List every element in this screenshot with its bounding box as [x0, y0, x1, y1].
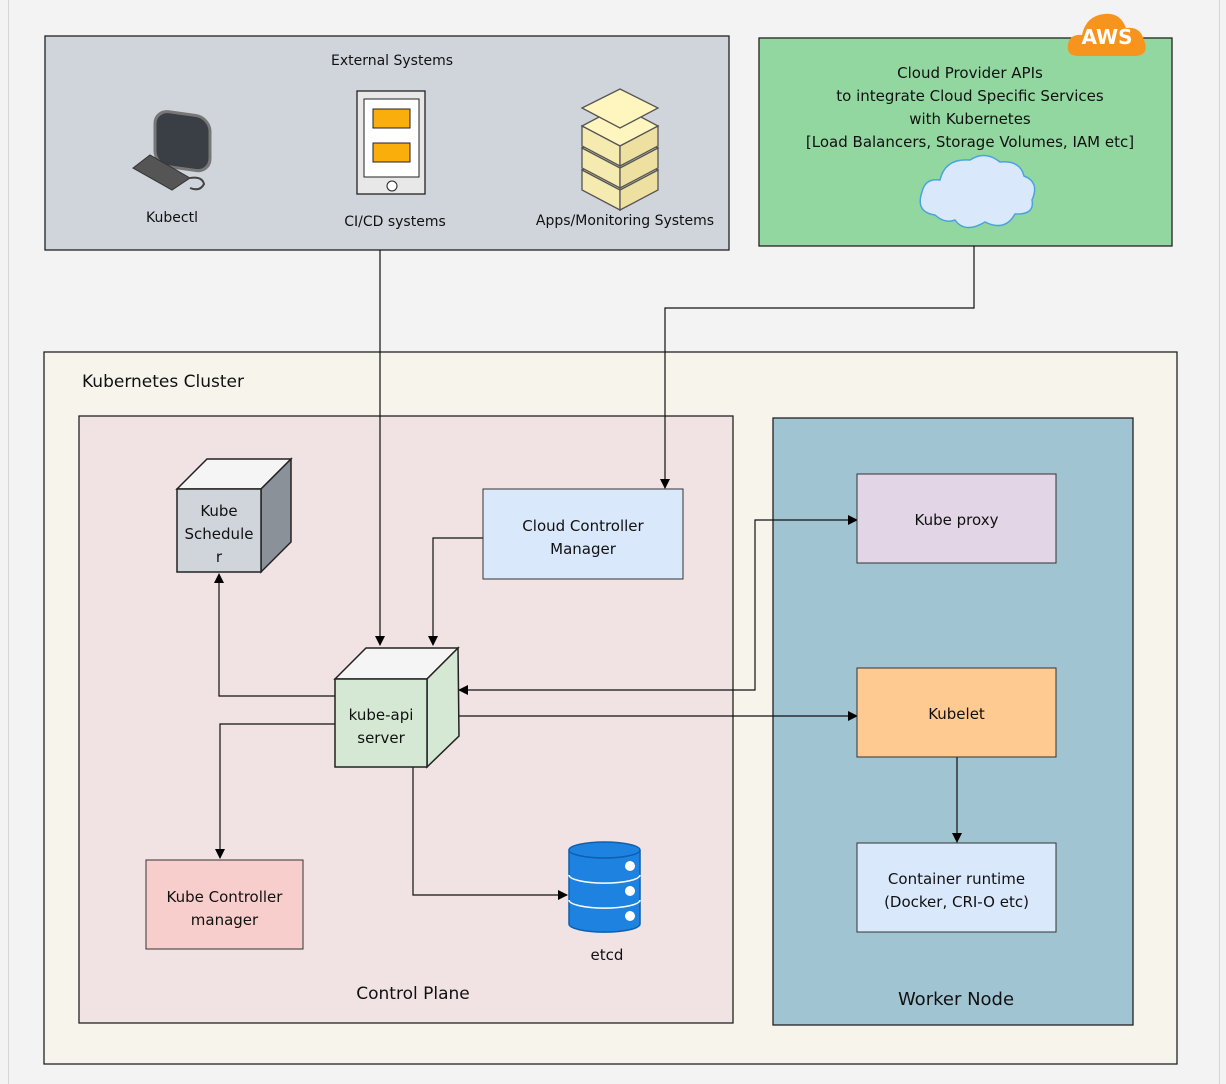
worker-node-title: Worker Node [897, 989, 1015, 1010]
etcd-database-icon [568, 841, 641, 933]
kubelet-label: Kubelet [928, 705, 985, 723]
external-systems-title: External Systems [330, 53, 454, 69]
server-stack-icon [580, 88, 660, 212]
kubectl-label: Kubectl [146, 210, 198, 226]
ccm-label: Cloud Controller Manager [522, 517, 644, 558]
mobile-device-icon [356, 90, 426, 195]
cloud-provider-text: Cloud Provider APIs to integrate Cloud S… [805, 64, 1135, 151]
api-server-label: kube-api server [348, 706, 414, 747]
container-runtime-label: Container runtime (Docker, CRI-O etc) [884, 870, 1029, 911]
kcm-label: Kube Controller manager [166, 888, 283, 929]
apps-monitoring-label: Apps/Monitoring Systems [535, 213, 715, 229]
scheduler-label: Kube Schedule r [184, 502, 254, 566]
kube-proxy-label: Kube proxy [914, 511, 999, 529]
aws-badge-text: AWS [1081, 25, 1133, 49]
cicd-label: CI/CD systems [344, 214, 446, 230]
etcd-label: etcd [590, 946, 624, 964]
cluster-title: Kubernetes Cluster [82, 372, 244, 392]
control-plane-title: Control Plane [356, 984, 470, 1004]
